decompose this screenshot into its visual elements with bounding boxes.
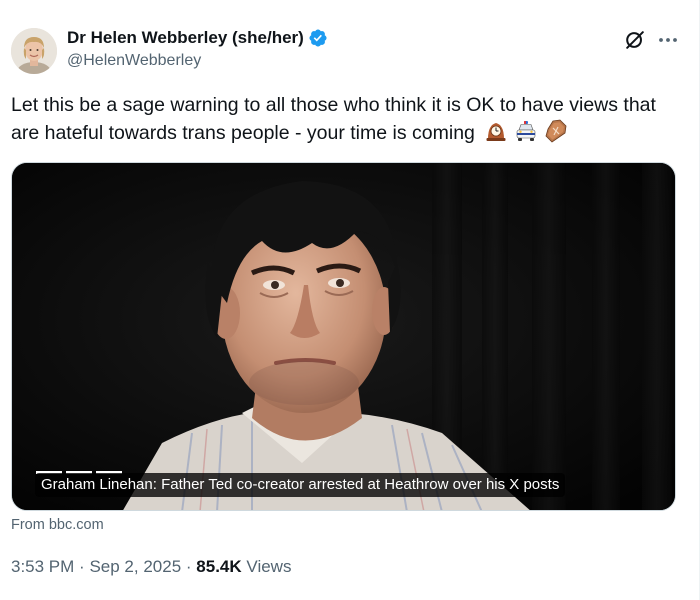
- police-car-icon: [517, 121, 536, 141]
- views-count: 85.4K: [196, 557, 242, 576]
- tweet-text-container: Let this be a sage warning to all those …: [11, 91, 681, 147]
- tweet-date[interactable]: Sep 2, 2025: [89, 557, 181, 576]
- tweet: Dr Helen Webberley (she/her) @HelenWebbe…: [0, 0, 700, 600]
- more-icon[interactable]: [656, 30, 680, 50]
- card-source[interactable]: From bbc.com: [11, 517, 104, 533]
- card-image: [12, 163, 675, 510]
- tweet-emojis: [484, 119, 568, 143]
- views-label: Views: [246, 557, 292, 576]
- link-card[interactable]: Graham Linehan: Father Ted co-creator ar…: [11, 162, 676, 511]
- meta-separator: ·: [79, 557, 85, 576]
- author-handle[interactable]: @HelenWebberley: [67, 52, 201, 70]
- meta-separator: ·: [185, 557, 192, 576]
- coffin-icon: [545, 119, 567, 143]
- tweet-time[interactable]: 3:53 PM: [11, 557, 74, 576]
- author-display-name-row[interactable]: Dr Helen Webberley (she/her): [67, 28, 328, 48]
- card-title[interactable]: Graham Linehan: Father Ted co-creator ar…: [35, 473, 566, 497]
- mantelpiece-clock-icon: [486, 123, 506, 141]
- avatar[interactable]: [11, 28, 57, 74]
- verified-badge-icon: [309, 29, 327, 47]
- tweet-meta: 3:53 PM · Sep 2, 2025 · 85.4K Views: [11, 557, 291, 577]
- author-display-name[interactable]: Dr Helen Webberley (she/her): [67, 28, 304, 48]
- avatar-image: [11, 28, 57, 74]
- grok-icon[interactable]: [624, 29, 646, 51]
